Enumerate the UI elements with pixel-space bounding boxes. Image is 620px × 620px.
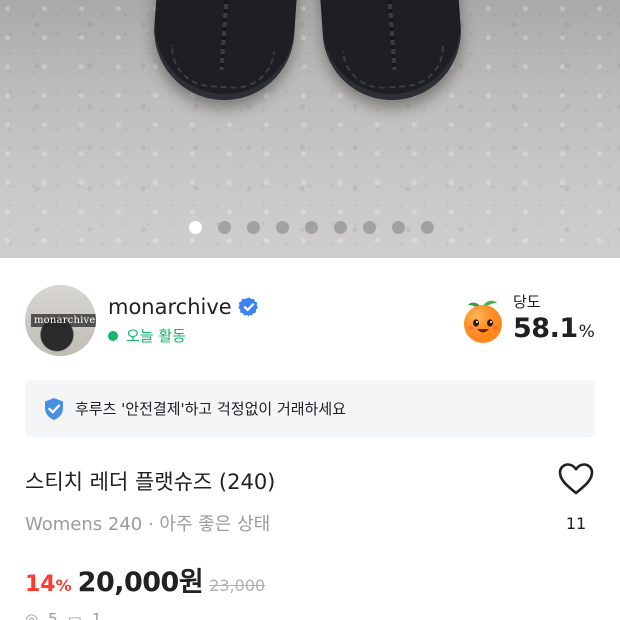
- views-count: 5: [48, 610, 58, 620]
- pager-dot-7[interactable]: [363, 221, 376, 234]
- pager-dot-1[interactable]: [189, 221, 202, 234]
- sale-price: 20,000원: [77, 567, 204, 598]
- product-stats: ◎ 5 ▭ 1: [25, 610, 101, 620]
- price-row: 14% 20,000원 23,000: [25, 560, 265, 599]
- pager-dot-6[interactable]: [334, 221, 347, 234]
- photo-pager[interactable]: [189, 221, 434, 234]
- pager-dot-5[interactable]: [305, 221, 318, 234]
- pager-dot-9[interactable]: [421, 221, 434, 234]
- product-photo[interactable]: [0, 0, 620, 258]
- peach-icon: [464, 300, 502, 343]
- pager-dot-2[interactable]: [218, 221, 231, 234]
- original-price: 23,000: [209, 576, 266, 595]
- chat-icon: ▭: [67, 610, 82, 620]
- seller-name[interactable]: monarchive: [108, 295, 232, 319]
- pager-dot-8[interactable]: [392, 221, 405, 234]
- sweetness-score[interactable]: 당도 58.1%: [459, 289, 595, 349]
- sweetness-label: 당도: [513, 293, 541, 311]
- avatar[interactable]: monarchive: [25, 285, 96, 356]
- seller-row[interactable]: monarchive monarchive 오늘 활동 당도 58.1%: [25, 285, 595, 356]
- discount-rate: 14%: [25, 572, 72, 597]
- verified-check-icon: [237, 297, 258, 317]
- heart-outline-icon[interactable]: [557, 462, 595, 496]
- left-shoe-image: [149, 0, 301, 105]
- sweetness-value-wrap: 58.1%: [513, 313, 595, 344]
- discount-value: 14: [25, 572, 56, 597]
- chats-count: 1: [91, 610, 102, 620]
- right-shoe-image: [316, 0, 466, 105]
- safe-payment-banner[interactable]: 후루츠 '안전결제'하고 걱정없이 거래하세요: [25, 380, 595, 437]
- pager-dot-3[interactable]: [247, 221, 260, 234]
- like-count: 11: [565, 514, 587, 533]
- product-meta: Womens 240 · 아주 좋은 상태: [25, 514, 271, 535]
- avatar-text: monarchive: [31, 314, 96, 327]
- product-title: 스티치 레더 플랫슈즈 (240): [25, 470, 276, 494]
- pager-dot-4[interactable]: [276, 221, 289, 234]
- activity-label: 오늘 활동: [126, 327, 186, 345]
- views-icon: ◎: [25, 610, 39, 620]
- activity-status: 오늘 활동: [108, 325, 186, 346]
- shield-check-icon: [45, 397, 63, 420]
- discount-unit: %: [55, 576, 72, 595]
- sweetness-value: 58.1: [513, 313, 578, 344]
- like-button[interactable]: 11: [553, 462, 599, 533]
- seller-name-wrap[interactable]: monarchive: [108, 295, 260, 319]
- safe-payment-text: 후루츠 '안전결제'하고 걱정없이 거래하세요: [75, 400, 346, 418]
- sweetness-unit: %: [578, 322, 595, 342]
- online-dot-icon: [108, 330, 118, 341]
